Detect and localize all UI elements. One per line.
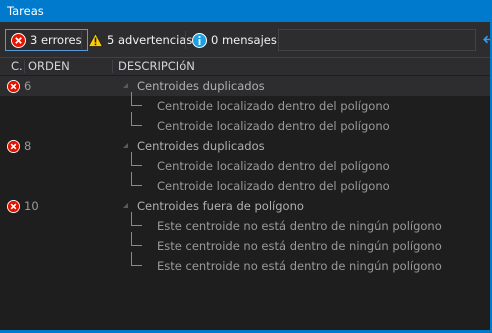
error-icon [7,200,20,213]
warnings-filter-label: 5 advertencias [107,33,193,47]
task-order: 6 [24,79,32,93]
info-icon [192,32,207,48]
search-input[interactable] [278,29,476,51]
tree-connector [131,172,142,186]
column-divider[interactable] [24,60,25,73]
task-description: Centroides duplicados [137,79,265,93]
collapse-triangle-icon[interactable] [122,82,129,89]
error-icon [7,140,20,153]
column-header-order[interactable]: ORDEN [28,59,70,73]
task-description: Este centroide no está dentro de ningún … [157,239,442,253]
task-description: Este centroide no está dentro de ningún … [157,219,442,233]
task-description: Centroide localizado dentro del polígono [157,179,390,193]
tree-connector [131,112,142,126]
task-description: Centroide localizado dentro del polígono [157,99,390,113]
warning-icon [88,33,103,47]
collapse-triangle-icon[interactable] [122,142,129,149]
task-group-row[interactable]: 8 Centroides duplicados [0,136,492,156]
toolbar: 3 errores 5 advertencias 0 mensajes [0,22,492,58]
toolbar-separator [185,31,186,49]
collapse-triangle-icon[interactable] [122,202,129,209]
task-order: 10 [24,199,39,213]
task-child-row[interactable]: Centroide localizado dentro del polígono [0,172,492,196]
tree-connector [131,252,142,266]
errors-filter-label: 3 errores [30,33,82,47]
tree-connector [131,232,142,246]
task-child-row[interactable]: Centroide localizado dentro del polígono [0,112,492,136]
task-group-row[interactable]: 10 Centroides fuera de polígono [0,196,492,216]
task-group-row[interactable]: 6 Centroides duplicados [0,76,492,96]
task-child-row[interactable]: Este centroide no está dentro de ningún … [0,252,492,276]
task-description: Centroide localizado dentro del polígono [157,119,390,133]
task-description: Este centroide no está dentro de ningún … [157,259,442,273]
task-order: 8 [24,139,32,153]
error-icon [7,80,20,93]
window-title-bar: Tareas [0,0,492,22]
tree-connector [131,212,142,226]
tree-connector [131,152,142,166]
task-list: 6 Centroides duplicados Centroide locali… [0,75,492,330]
task-description: Centroide localizado dentro del polígono [157,159,390,173]
task-description: Centroides duplicados [137,139,265,153]
errors-filter-button[interactable]: 3 errores [5,29,88,51]
task-child-row[interactable]: Centroide localizado dentro del polígono [0,152,492,176]
messages-filter-button[interactable]: 0 mensajes [187,29,282,51]
task-child-row[interactable]: Este centroide no está dentro de ningún … [0,212,492,236]
column-divider[interactable] [112,60,113,73]
column-header: C. ORDEN DESCRIPCIóN [0,58,492,75]
error-icon [11,32,26,48]
warnings-filter-button[interactable]: 5 advertencias [83,29,197,51]
tree-connector [131,92,142,106]
task-child-row[interactable]: Centroide localizado dentro del polígono [0,92,492,116]
column-header-category[interactable]: C. [11,59,23,73]
task-child-row[interactable]: Este centroide no está dentro de ningún … [0,232,492,256]
task-description: Centroides fuera de polígono [137,199,304,213]
window-title: Tareas [7,4,44,18]
messages-filter-label: 0 mensajes [211,33,277,47]
toolbar-separator [81,31,82,49]
column-header-description[interactable]: DESCRIPCIóN [118,59,195,73]
